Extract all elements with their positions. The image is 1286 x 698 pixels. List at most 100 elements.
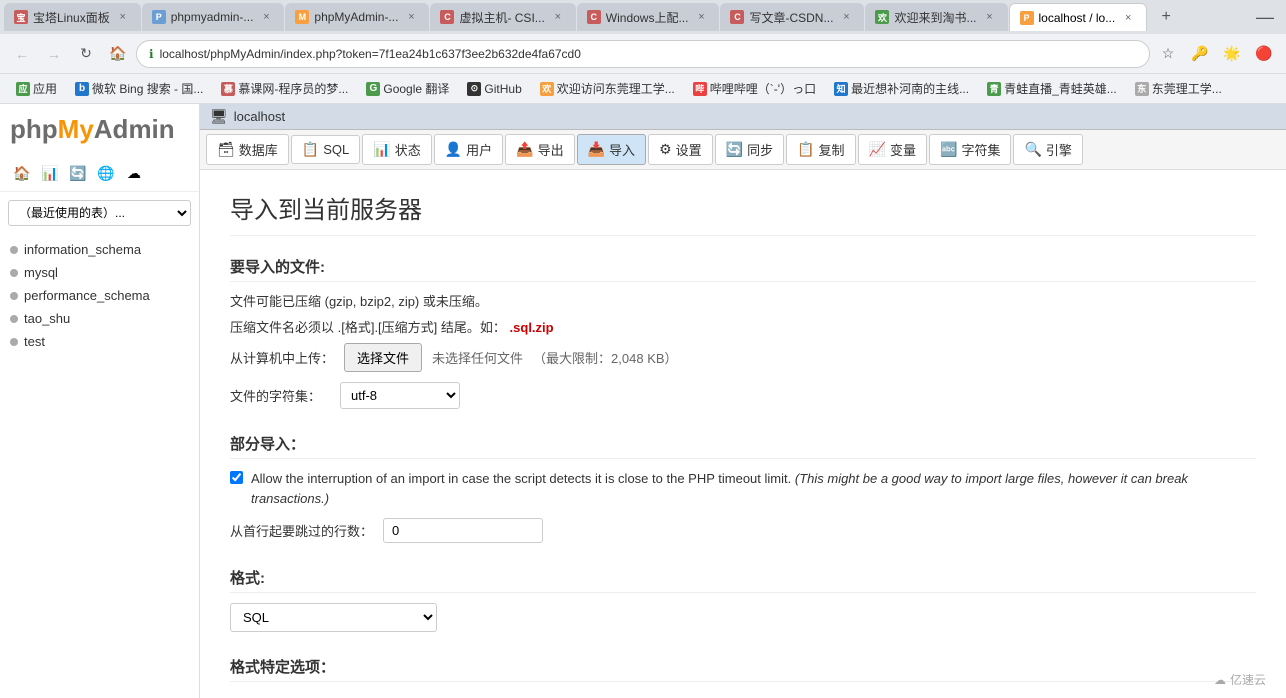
bookmark-label-frog: 青蛙直播_青蛙英雄... <box>1004 80 1117 97</box>
toolbar-tab-user[interactable]: 👤 用户 <box>434 134 503 165</box>
lock-icon: ℹ <box>149 47 154 61</box>
tab-close-1[interactable]: × <box>115 9 131 25</box>
tab-favicon-5: C <box>587 10 601 24</box>
home-button[interactable]: 🏠 <box>104 40 132 68</box>
db-item-performance-schema[interactable]: performance_schema <box>0 284 199 307</box>
tab-write-article[interactable]: C 写文章-CSDN... × <box>720 3 864 31</box>
charset-select[interactable]: utf-8 <box>340 382 460 409</box>
tab-label-3: phpMyAdmin-... <box>314 10 398 24</box>
toolbar-tab-engine[interactable]: 🔍 引擎 <box>1013 134 1082 165</box>
watermark-icon: ☁ <box>1214 673 1226 687</box>
tab-windows[interactable]: C Windows上配... × <box>577 3 720 31</box>
db-item-test[interactable]: test <box>0 330 199 353</box>
refresh-icon[interactable]: 🔄 <box>66 161 90 185</box>
tab-favicon-2: P <box>152 10 166 24</box>
charset-tab-label: 字符集 <box>961 140 1000 159</box>
tab-phpmyadmin1[interactable]: P phpmyadmin-... × <box>142 3 285 31</box>
bookmark-github[interactable]: ⊙ GitHub <box>459 80 529 98</box>
bookmark-bing[interactable]: b 微软 Bing 搜索 - 国... <box>67 78 211 99</box>
bookmark-label-mooc: 慕课网-程序员的梦... <box>238 80 348 97</box>
skip-label: 从首行起要跳过的行数： <box>230 521 373 540</box>
interrupt-checkbox[interactable] <box>230 471 243 484</box>
tab-close-3[interactable]: × <box>403 9 419 25</box>
toolbar-tab-export[interactable]: 📤 导出 <box>505 134 574 165</box>
toolbar-tab-charset[interactable]: 🔤 字符集 <box>929 134 1011 165</box>
back-button[interactable]: ← <box>8 40 36 68</box>
new-tab-button[interactable]: + <box>1152 3 1180 31</box>
checkbox-main-text: Allow the interruption of an import in c… <box>251 471 791 486</box>
variables-tab-icon: 📈 <box>869 141 886 158</box>
toolbar-tab-variables[interactable]: 📈 变量 <box>858 134 927 165</box>
checkbox-row: Allow the interruption of an import in c… <box>230 469 1256 508</box>
extension2-button[interactable]: 🌟 <box>1218 40 1246 68</box>
engine-tab-label: 引擎 <box>1046 140 1072 159</box>
tab-宝塔linux[interactable]: 宝 宝塔Linux面板 × <box>4 3 141 31</box>
sync-tab-icon: 🔄 <box>726 141 743 158</box>
bookmark-frog[interactable]: 青 青蛙直播_青蛙英雄... <box>979 78 1125 99</box>
tab-close-5[interactable]: × <box>693 9 709 25</box>
tab-favicon-8: P <box>1020 11 1034 25</box>
bookmark-translate[interactable]: G Google 翻译 <box>358 78 457 99</box>
checkbox-label: Allow the interruption of an import in c… <box>251 469 1256 508</box>
toolbar-tab-copy[interactable]: 📋 复制 <box>786 134 855 165</box>
db-name-information-schema: information_schema <box>24 242 141 257</box>
format-select[interactable]: SQL CSV CSV using LOAD DATA JSON Mediawi… <box>230 603 437 632</box>
skip-input[interactable] <box>383 518 543 543</box>
bookmark-star-button[interactable]: ☆ <box>1154 40 1182 68</box>
settings-tab-icon: ⚙ <box>659 141 672 158</box>
sidebar-icons: 🏠 📊 🔄 🌐 ☁ <box>0 155 199 192</box>
tab-favicon-7: 欢 <box>875 10 889 24</box>
toolbar-tab-sync[interactable]: 🔄 同步 <box>715 134 784 165</box>
tab-close-8[interactable]: × <box>1120 10 1136 26</box>
server-label: localhost <box>234 109 285 124</box>
toolbar-tab-database[interactable]: 🗃 数据库 <box>206 134 289 165</box>
bookmark-bilibili[interactable]: 哔 哔哩哔哩（`-'）っ口 <box>685 78 824 99</box>
minimize-button[interactable]: — <box>1256 7 1282 28</box>
bookmark-apps[interactable]: 应 应用 <box>8 78 65 99</box>
watermark: ☁ 亿速云 <box>1214 671 1266 688</box>
tab-close-7[interactable]: × <box>982 9 998 25</box>
tab-close-4[interactable]: × <box>550 9 566 25</box>
extension3-button[interactable]: 🔴 <box>1250 40 1278 68</box>
watermark-text: 亿速云 <box>1230 671 1266 688</box>
user-tab-icon: 👤 <box>445 141 462 158</box>
bookmark-dgut[interactable]: 欢 欢迎访问东莞理工学... <box>532 78 683 99</box>
toolbar-tab-sql[interactable]: 📋 SQL <box>291 135 360 164</box>
tab-localhost[interactable]: P localhost / lo... × <box>1009 3 1148 31</box>
bookmark-zhihu[interactable]: 知 最近想补河南的主线... <box>826 78 977 99</box>
tab-phpmyadmin2[interactable]: M phpMyAdmin-... × <box>285 3 429 31</box>
bookmark-favicon-frog: 青 <box>987 82 1001 96</box>
home-icon[interactable]: 🏠 <box>10 161 34 185</box>
db-name-mysql: mysql <box>24 265 58 280</box>
address-bar[interactable]: ℹ localhost/phpMyAdmin/index.php?token=7… <box>136 40 1150 68</box>
refresh-button[interactable]: ↻ <box>72 40 100 68</box>
db-select[interactable]: （最近使用的表）... <box>8 200 191 226</box>
logo-my: My <box>58 114 94 144</box>
logo-php: php <box>10 114 58 144</box>
database-icon[interactable]: 📊 <box>38 161 62 185</box>
tab-close-6[interactable]: × <box>838 9 854 25</box>
toolbar-tab-settings[interactable]: ⚙ 设置 <box>648 134 713 165</box>
sync-tab-label: 同步 <box>747 140 773 159</box>
bookmark-mooc[interactable]: 慕 慕课网-程序员的梦... <box>213 78 356 99</box>
toolbar: 🗃 数据库 📋 SQL 📊 状态 👤 用户 📤 导出 📥 导入 <box>200 130 1286 170</box>
extension1-button[interactable]: 🔑 <box>1186 40 1214 68</box>
tab-close-2[interactable]: × <box>258 9 274 25</box>
db-item-tao-shu[interactable]: tao_shu <box>0 307 199 330</box>
format-section: 格式: SQL CSV CSV using LOAD DATA JSON Med… <box>230 567 1256 632</box>
toolbar-tab-status[interactable]: 📊 状态 <box>362 134 431 165</box>
bookmark-favicon-bing: b <box>75 82 89 96</box>
tab-taoshu[interactable]: 欢 欢迎来到淘书... × <box>865 3 1007 31</box>
tab-virtual-host[interactable]: C 虚拟主机- CSI... × <box>430 3 575 31</box>
address-text: localhost/phpMyAdmin/index.php?token=7f1… <box>160 47 1137 61</box>
toolbar-tab-import[interactable]: 📥 导入 <box>577 134 646 165</box>
app-container: phpMyAdmin 🏠 📊 🔄 🌐 ☁ （最近使用的表）... informa… <box>0 104 1286 698</box>
globe-icon[interactable]: 🌐 <box>94 161 118 185</box>
bookmark-dgut2[interactable]: 东 东莞理工学... <box>1127 78 1230 99</box>
db-item-mysql[interactable]: mysql <box>0 261 199 284</box>
db-item-information-schema[interactable]: information_schema <box>0 238 199 261</box>
choose-file-button[interactable]: 选择文件 <box>344 343 422 372</box>
bookmark-label-bing: 微软 Bing 搜索 - 国... <box>92 80 203 97</box>
cloud-icon[interactable]: ☁ <box>122 161 146 185</box>
forward-button[interactable]: → <box>40 40 68 68</box>
